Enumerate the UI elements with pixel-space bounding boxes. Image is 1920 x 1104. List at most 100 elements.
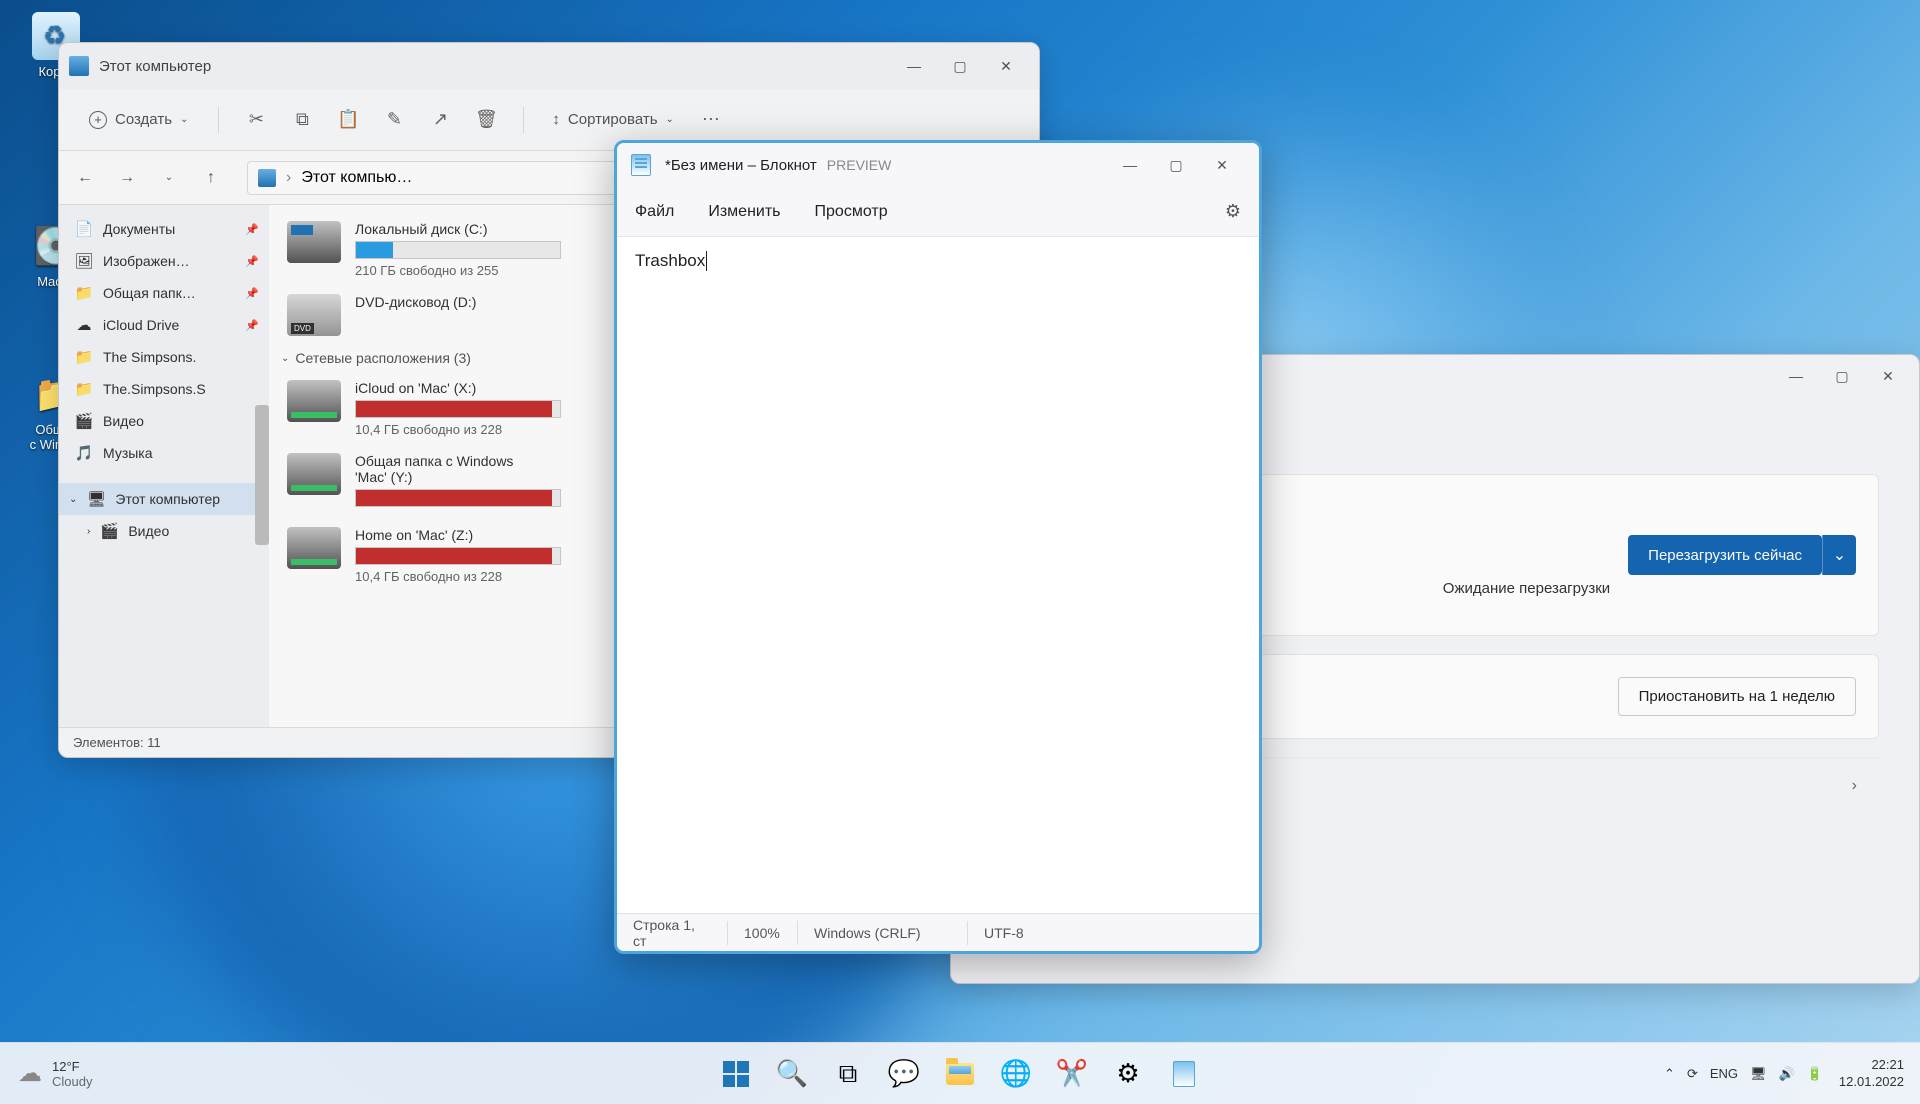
forward-button[interactable]: → (113, 164, 141, 192)
sidebar-item-label: The Simpsons. (103, 349, 196, 365)
network-drive-icon (287, 453, 341, 495)
chevron-down-icon: ⌄ (69, 494, 77, 505)
sidebar-item-folder[interactable]: 📁The Simpsons. (59, 341, 269, 373)
task-view-button[interactable]: ⧉ (824, 1050, 872, 1098)
sidebar-item-documents[interactable]: 📄Документы📌 (59, 213, 269, 245)
text-area[interactable]: Trashbox (617, 237, 1259, 913)
search-button[interactable]: 🔍 (768, 1050, 816, 1098)
notepad-icon (631, 154, 651, 176)
sidebar-item-videos[interactable]: 🎬Видео (59, 405, 269, 437)
start-button[interactable] (712, 1050, 760, 1098)
delete-button[interactable]: 🗑 (467, 101, 505, 139)
minimize-button[interactable]: — (1773, 360, 1819, 392)
temperature: 12°F (52, 1059, 92, 1074)
maximize-button[interactable]: ▢ (1153, 149, 1199, 181)
sidebar-item-label: Видео (103, 413, 144, 429)
clock[interactable]: 22:21 12.01.2022 (1839, 1057, 1904, 1091)
sidebar-item-videos-sub[interactable]: › 🎬 Видео (59, 515, 269, 547)
minimize-button[interactable]: — (1107, 149, 1153, 181)
scrollbar-thumb[interactable] (255, 405, 269, 545)
rename-button[interactable]: ✎ (375, 101, 413, 139)
pause-week-button[interactable]: Приостановить на 1 неделю (1618, 677, 1856, 716)
tray-chevron-icon[interactable]: ⌃ (1664, 1066, 1675, 1082)
sort-button[interactable]: ↕ Сортировать ⌄ (542, 105, 684, 134)
sidebar-item-music[interactable]: 🎵Музыка (59, 437, 269, 469)
breadcrumb[interactable]: Этот компью… (301, 169, 412, 187)
window-title: *Без имени – Блокнот (665, 157, 817, 174)
more-button[interactable]: ⋯ (692, 101, 730, 139)
cut-button[interactable]: ✂ (237, 101, 275, 139)
folder-icon (946, 1063, 974, 1085)
paste-button[interactable]: 📋 (329, 101, 367, 139)
language-indicator[interactable]: ENG (1710, 1066, 1738, 1081)
menu-file[interactable]: Файл (635, 203, 674, 221)
notepad-statusbar: Строка 1, ст 100% Windows (CRLF) UTF-8 (617, 913, 1259, 951)
sidebar-item-label: Этот компьютер (115, 491, 220, 507)
settings-button[interactable]: ⚙ (1225, 201, 1241, 222)
video-icon: 🎬 (100, 522, 118, 540)
snipping-button[interactable]: ✂️ (1048, 1050, 1096, 1098)
sidebar-item-icloud[interactable]: ☁iCloud Drive📌 (59, 309, 269, 341)
notepad-menubar: Файл Изменить Просмотр ⚙ (617, 187, 1259, 237)
edge-button[interactable]: 🌐 (992, 1050, 1040, 1098)
share-button[interactable]: ↗ (421, 101, 459, 139)
sidebar-item-folder[interactable]: 📁The.Simpsons.S (59, 373, 269, 405)
chat-icon: 💬 (888, 1058, 920, 1089)
chevron-right-icon: › (1852, 777, 1857, 795)
chat-button[interactable]: 💬 (880, 1050, 928, 1098)
notepad-window[interactable]: *Без имени – Блокнот PREVIEW — ▢ ✕ Файл … (614, 140, 1262, 954)
snip-icon: ✂️ (1056, 1058, 1088, 1089)
explorer-titlebar[interactable]: Этот компьютер — ▢ ✕ (59, 43, 1039, 89)
computer-icon: 🖥 (87, 490, 105, 508)
menu-edit[interactable]: Изменить (708, 203, 780, 221)
settings-app-button[interactable]: ⚙ (1104, 1050, 1152, 1098)
close-button[interactable]: ✕ (983, 50, 1029, 82)
sidebar-item-label: The.Simpsons.S (103, 381, 206, 397)
battery-icon[interactable]: 🔋 (1807, 1066, 1823, 1082)
sidebar-item-shared[interactable]: 📁Общая папк…📌 (59, 277, 269, 309)
sort-icon: ↕ (552, 111, 560, 128)
back-button[interactable]: ← (71, 164, 99, 192)
explorer-button[interactable] (936, 1050, 984, 1098)
sort-label: Сортировать (568, 111, 658, 128)
sidebar-item-label: Видео (128, 523, 169, 539)
up-button[interactable]: ↑ (197, 164, 225, 192)
dvd-icon (287, 294, 341, 336)
computer-icon (69, 56, 89, 76)
system-tray: ⌃ ⟳ ENG 🖥 🔊 🔋 22:21 12.01.2022 (1648, 1057, 1920, 1091)
gear-icon: ⚙ (1116, 1058, 1139, 1089)
recent-button[interactable]: ⌄ (155, 164, 183, 192)
maximize-button[interactable]: ▢ (937, 50, 983, 82)
chevron-down-icon: ⌄ (666, 114, 674, 125)
restart-dropdown-button[interactable]: ⌄ (1822, 535, 1856, 575)
time: 22:21 (1839, 1057, 1904, 1074)
copy-button[interactable]: ⧉ (283, 101, 321, 139)
menu-view[interactable]: Просмотр (815, 203, 888, 221)
sidebar-item-label: Общая папк… (103, 285, 196, 301)
notepad-titlebar[interactable]: *Без имени – Блокнот PREVIEW — ▢ ✕ (617, 143, 1259, 187)
picture-icon: 🖼 (75, 252, 93, 270)
pin-icon: 📌 (245, 287, 259, 300)
close-button[interactable]: ✕ (1199, 149, 1245, 181)
usage-bar (355, 489, 561, 507)
windows-logo-icon (723, 1061, 749, 1087)
restart-now-button[interactable]: Перезагрузить сейчас (1628, 535, 1822, 575)
cursor-position: Строка 1, ст (617, 921, 727, 945)
network-icon[interactable]: 🖥 (1750, 1066, 1767, 1082)
close-button[interactable]: ✕ (1865, 360, 1911, 392)
notepad-app-button[interactable] (1160, 1050, 1208, 1098)
sidebar-item-this-pc[interactable]: ⌄ 🖥 Этот компьютер (59, 483, 269, 515)
new-button[interactable]: + Создать ⌄ (77, 105, 200, 135)
volume-icon[interactable]: 🔊 (1779, 1066, 1795, 1082)
maximize-button[interactable]: ▢ (1819, 360, 1865, 392)
taskbar[interactable]: ☁ 12°F Cloudy 🔍 ⧉ 💬 🌐 ✂️ ⚙ ⌃ ⟳ ENG 🖥 🔊 🔋… (0, 1042, 1920, 1104)
sync-icon[interactable]: ⟳ (1687, 1066, 1698, 1082)
sidebar-item-pictures[interactable]: 🖼Изображен…📌 (59, 245, 269, 277)
cloud-icon: ☁ (75, 316, 93, 334)
chevron-right-icon: › (87, 526, 90, 537)
usage-bar (355, 547, 561, 565)
weather-widget[interactable]: ☁ 12°F Cloudy (0, 1059, 110, 1089)
window-title: Этот компьютер (99, 58, 891, 75)
minimize-button[interactable]: — (891, 50, 937, 82)
sidebar-item-label: Изображен… (103, 253, 190, 269)
